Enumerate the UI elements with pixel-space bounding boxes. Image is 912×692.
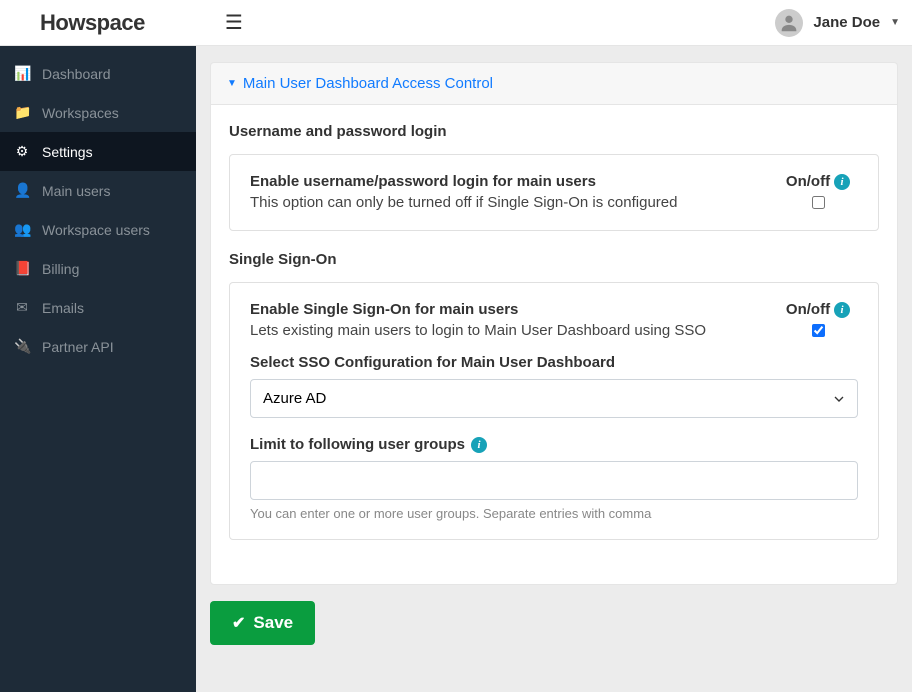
avatar [775,9,803,37]
limit-groups-input[interactable] [250,461,858,500]
section-heading-sso: Single Sign-On [229,251,879,268]
info-icon[interactable]: i [471,437,487,453]
username-login-desc: This option can only be turned off if Si… [250,194,778,211]
sidebar-item-settings[interactable]: ⚙ Settings [0,132,196,171]
sidebar-item-main-users[interactable]: 👤 Main users [0,171,196,210]
sso-config-select[interactable]: Azure AD [250,379,858,418]
sidebar: 📊 Dashboard 📁 Workspaces ⚙ Settings 👤 Ma… [0,46,196,692]
check-icon: ✔ [232,613,245,633]
username-login-title: Enable username/password login for main … [250,173,778,190]
onoff-label: On/off i [786,301,850,318]
sidebar-item-label: Main users [42,183,110,199]
sidebar-item-label: Billing [42,261,79,277]
info-icon[interactable]: i [834,174,850,190]
sidebar-item-workspace-users[interactable]: 👥 Workspace users [0,210,196,249]
onoff-label: On/off i [786,173,850,190]
envelope-icon: ✉ [14,299,30,316]
gear-icon: ⚙ [14,143,30,160]
panel-body: Username and password login Enable usern… [210,104,898,585]
folder-icon: 📁 [14,104,30,121]
hamburger-icon[interactable]: ☰ [225,10,243,35]
topbar: Howspace ☰ Jane Doe ▼ [0,0,912,46]
dashboard-icon: 📊 [14,65,30,82]
sidebar-item-label: Partner API [42,339,114,355]
users-icon: 👥 [14,221,30,238]
sidebar-item-label: Emails [42,300,84,316]
sidebar-item-dashboard[interactable]: 📊 Dashboard [0,54,196,93]
main-content: ▼ Main User Dashboard Access Control Use… [196,46,912,692]
panel-title-link[interactable]: Main User Dashboard Access Control [243,75,493,92]
sidebar-item-label: Settings [42,144,93,160]
sidebar-item-label: Dashboard [42,66,111,82]
sso-enable-checkbox[interactable] [812,324,825,337]
save-button[interactable]: ✔ Save [210,601,315,645]
sso-config-label: Select SSO Configuration for Main User D… [250,354,858,371]
sidebar-item-label: Workspace users [42,222,150,238]
username: Jane Doe [813,14,880,31]
book-icon: 📕 [14,260,30,277]
user-menu[interactable]: Jane Doe ▼ [775,9,900,37]
limit-groups-label: Limit to following user groups i [250,436,858,453]
panel-header[interactable]: ▼ Main User Dashboard Access Control [210,62,898,104]
logo: Howspace [12,10,145,36]
limit-groups-hint: You can enter one or more user groups. S… [250,506,858,521]
sidebar-item-emails[interactable]: ✉ Emails [0,288,196,327]
sso-box: Enable Single Sign-On for main users Let… [229,282,879,540]
sidebar-item-workspaces[interactable]: 📁 Workspaces [0,93,196,132]
info-icon[interactable]: i [834,302,850,318]
username-login-checkbox[interactable] [812,196,825,209]
collapse-icon: ▼ [227,78,237,89]
plug-icon: 🔌 [14,338,30,355]
topbar-left: Howspace ☰ [12,10,243,36]
section-heading-username: Username and password login [229,123,879,140]
caret-down-icon: ▼ [890,17,900,28]
sidebar-item-partner-api[interactable]: 🔌 Partner API [0,327,196,366]
sidebar-item-billing[interactable]: 📕 Billing [0,249,196,288]
sso-enable-desc: Lets existing main users to login to Mai… [250,322,778,339]
username-login-box: Enable username/password login for main … [229,154,879,231]
sso-enable-title: Enable Single Sign-On for main users [250,301,778,318]
user-icon: 👤 [14,182,30,199]
sidebar-item-label: Workspaces [42,105,119,121]
